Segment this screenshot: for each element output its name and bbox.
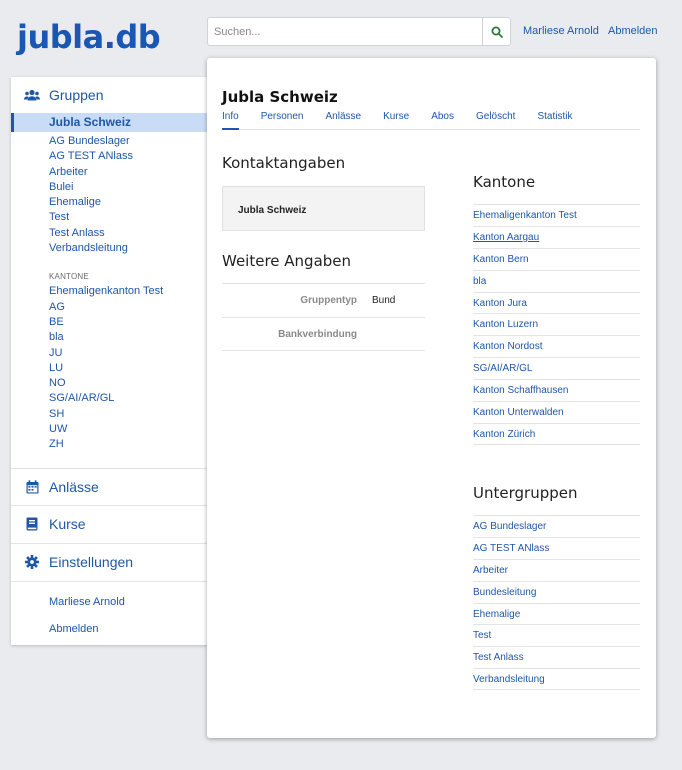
main-panel: Jubla Schweiz Info Personen Anlässe Kurs… — [207, 58, 656, 738]
kanton-link[interactable]: bla — [473, 269, 640, 292]
more-info-heading: Weitere Angaben — [222, 252, 352, 270]
contact-name: Jubla Schweiz — [238, 205, 307, 216]
sidebar-group-item[interactable]: Test — [11, 210, 208, 225]
kanton-link[interactable]: Kanton Luzern — [473, 313, 640, 335]
kanton-link[interactable]: Ehemaligenkanton Test — [473, 204, 640, 226]
kanton-link[interactable]: Kanton Bern — [473, 247, 640, 270]
sidebar-kanton-item[interactable]: NO — [11, 376, 208, 391]
sidebar-kanton-item[interactable]: ZH — [11, 437, 208, 452]
sidebar-kanton-item[interactable]: SG/AI/AR/GL — [11, 391, 208, 406]
attributes-table: Gruppentyp Bund Bankverbindung — [222, 283, 425, 351]
kantone-heading: Kantone — [473, 173, 536, 191]
sidebar-kanton-item[interactable]: UW — [11, 422, 208, 437]
subgroup-link[interactable]: Verbandsleitung — [473, 668, 640, 691]
sidebar-section-groups[interactable]: Gruppen — [11, 77, 208, 113]
sidebar-section-label: Gruppen — [49, 87, 104, 103]
search-button[interactable] — [482, 17, 511, 46]
sidebar-user-link[interactable]: Marliese Arnold — [11, 595, 208, 610]
attribute-row: Gruppentyp Bund — [222, 283, 425, 317]
sidebar-section-label: Kurse — [49, 516, 86, 533]
search-bar — [207, 17, 511, 46]
tab-statistik[interactable]: Statistik — [537, 111, 572, 130]
sidebar-section-courses[interactable]: Kurse — [11, 506, 208, 543]
users-icon — [24, 87, 40, 103]
sidebar-group-item[interactable]: Verbandsleitung — [11, 241, 208, 256]
sidebar-section-settings[interactable]: Einstellungen — [11, 544, 208, 581]
sidebar-section-events[interactable]: Anlässe — [11, 469, 208, 505]
tab-bar: Info Personen Anlässe Kurse Abos Gelösch… — [222, 111, 640, 130]
attribute-label: Gruppentyp — [300, 295, 357, 306]
sidebar-group-item[interactable]: Ehemalige — [11, 195, 208, 210]
sidebar-section-label: Einstellungen — [49, 554, 134, 571]
kanton-link[interactable]: Kanton Schaffhausen — [473, 379, 640, 401]
kanton-link[interactable]: Kanton Aargau — [473, 225, 640, 248]
subgroups-list: AG Bundeslager AG TEST ANlass Arbeiter B… — [473, 515, 640, 691]
page-title: Jubla Schweiz — [222, 88, 338, 106]
sidebar-kanton-item[interactable]: bla — [11, 330, 208, 345]
sidebar: Gruppen Jubla Schweiz AG Bundeslager AG … — [11, 77, 208, 645]
book-icon — [24, 516, 40, 532]
calendar-icon — [24, 479, 40, 495]
tab-info[interactable]: Info — [222, 111, 239, 130]
sidebar-kanton-item[interactable]: LU — [11, 361, 208, 376]
kanton-link[interactable]: Kanton Zürich — [473, 422, 640, 445]
search-input[interactable] — [207, 17, 482, 46]
sidebar-kanton-item[interactable]: AG — [11, 300, 208, 315]
logout-link[interactable]: Abmelden — [608, 25, 658, 37]
contact-card: Jubla Schweiz — [222, 186, 425, 231]
subgroup-link[interactable]: AG TEST ANlass — [473, 536, 640, 559]
kanton-link[interactable]: Kanton Nordost — [473, 335, 640, 357]
sidebar-logout-link[interactable]: Abmelden — [11, 622, 208, 637]
sidebar-group-item[interactable]: Test Anlass — [11, 226, 208, 241]
contact-heading: Kontaktangaben — [222, 154, 346, 172]
sidebar-group-item[interactable]: Bulei — [11, 180, 208, 195]
sidebar-kantone-heading: KANTONE — [49, 272, 89, 282]
tab-kurse[interactable]: Kurse — [383, 111, 409, 130]
subgroup-link[interactable]: Bundesleitung — [473, 580, 640, 603]
app-logo[interactable]: jubla.db — [17, 18, 161, 56]
attribute-value: Bund — [372, 295, 396, 306]
subgroup-link[interactable]: Test — [473, 624, 640, 646]
search-icon — [491, 26, 503, 38]
sidebar-group-item[interactable]: AG Bundeslager — [11, 134, 208, 149]
kanton-link[interactable]: Kanton Unterwalden — [473, 401, 640, 423]
sidebar-kanton-item[interactable]: SH — [11, 407, 208, 422]
attribute-row: Bankverbindung — [222, 317, 425, 351]
gear-icon — [24, 554, 40, 570]
kantone-list: Ehemaligenkanton Test Kanton Aargau Kant… — [473, 204, 640, 445]
subgroup-link[interactable]: AG Bundeslager — [473, 515, 640, 537]
tab-abos[interactable]: Abos — [431, 111, 454, 130]
user-profile-link[interactable]: Marliese Arnold — [523, 25, 599, 37]
tab-geloescht[interactable]: Gelöscht — [476, 111, 515, 130]
kanton-link[interactable]: Kanton Jura — [473, 291, 640, 314]
sidebar-group-item-active[interactable]: Jubla Schweiz — [11, 113, 208, 132]
sidebar-group-item[interactable]: Arbeiter — [11, 165, 208, 180]
subgroups-heading: Untergruppen — [473, 484, 578, 502]
sidebar-kanton-item[interactable]: JU — [11, 346, 208, 361]
kanton-link[interactable]: SG/AI/AR/GL — [473, 357, 640, 379]
tab-personen[interactable]: Personen — [261, 111, 304, 130]
sidebar-kanton-item[interactable]: Ehemaligenkanton Test — [11, 284, 208, 299]
sidebar-kanton-item[interactable]: BE — [11, 315, 208, 330]
sidebar-section-label: Anlässe — [49, 478, 99, 495]
sidebar-group-item[interactable]: AG TEST ANlass — [11, 149, 208, 164]
subgroup-link[interactable]: Ehemalige — [473, 602, 640, 625]
tab-anlaesse[interactable]: Anlässe — [326, 111, 362, 130]
subgroup-link[interactable]: Arbeiter — [473, 558, 640, 581]
attribute-label: Bankverbindung — [278, 328, 357, 340]
subgroup-link[interactable]: Test Anlass — [473, 646, 640, 668]
